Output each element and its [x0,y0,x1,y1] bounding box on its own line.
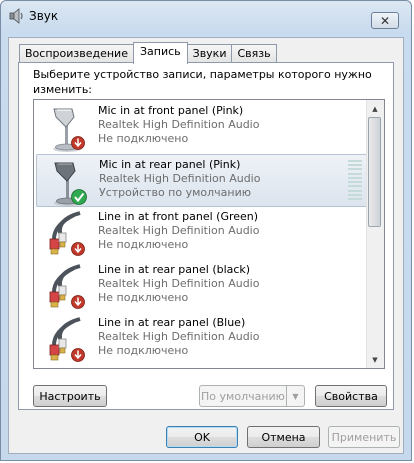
tab-playback[interactable]: Воспроизведение [19,44,134,63]
tab-sounds[interactable]: Звуки [186,44,233,63]
chevron-down-icon[interactable]: ▼ [286,385,305,407]
cancel-button[interactable]: Отмена [247,426,320,448]
close-button[interactable]: ✕ [371,12,399,29]
device-list[interactable]: Mic in at front panel (Pink) Realtek Hig… [33,99,385,369]
device-driver: Realtek High Definition Audio [98,224,260,237]
line-in-cable-icon [49,211,85,256]
device-row[interactable]: Line in at rear panel (Blue) Realtek Hig… [36,313,369,366]
dialog-body: Воспроизведение Запись Звуки Связь Выбер… [8,37,404,454]
recording-panel: Выберите устройство записи, параметры ко… [18,62,394,410]
device-row[interactable]: Mic in at front panel (Pink) Realtek Hig… [36,101,369,154]
sound-dialog: Звук ✕ Воспроизведение Запись Звуки Связ… [0,0,412,461]
device-name: Mic in at front panel (Pink) [98,104,244,117]
device-row[interactable]: Line in at rear panel (black) Realtek Hi… [36,260,369,313]
tab-communications[interactable]: Связь [231,44,277,63]
device-status: Не подключено [98,132,189,145]
device-status: Устройство по умолчанию [99,186,252,199]
instruction-text: Выберите устройство записи, параметры ко… [33,68,372,96]
device-row-selected[interactable]: Mic in at rear panel (Pink) Realtek High… [36,154,369,207]
device-name: Mic in at rear panel (Pink) [99,158,241,171]
close-icon: ✕ [379,13,391,28]
properties-button[interactable]: Свойства [315,385,387,407]
device-driver: Realtek High Definition Audio [99,172,261,185]
microphone-icon [53,108,85,152]
device-driver: Realtek High Definition Audio [98,277,260,290]
line-in-cable-icon [49,264,85,309]
set-default-button[interactable]: По умолчанию [199,385,287,407]
device-driver: Realtek High Definition Audio [98,118,260,131]
tab-recording[interactable]: Запись [132,42,188,64]
vertical-scrollbar[interactable]: ▲ ▼ [366,100,384,368]
device-status: Не подключено [98,238,189,251]
ok-button[interactable]: OK [166,426,238,448]
default-check-icon [71,189,87,205]
scroll-down-icon[interactable]: ▼ [367,351,383,368]
device-name: Line in at rear panel (black) [98,263,251,276]
level-meter [348,160,362,200]
device-row[interactable]: Line in at front panel (Green) Realtek H… [36,207,369,260]
scrollbar-thumb[interactable] [368,117,381,227]
configure-button[interactable]: Настроить [33,385,107,407]
speaker-icon [9,8,23,24]
device-name: Line in at front panel (Green) [98,210,259,223]
line-in-cable-icon [49,317,85,362]
tab-strip: Воспроизведение Запись Звуки Связь [19,42,277,64]
device-status: Не подключено [98,291,189,304]
window-title: Звук [29,9,59,23]
set-default-split-button[interactable]: По умолчанию ▼ [199,385,305,407]
device-status: Не подключено [98,344,189,357]
scroll-up-icon[interactable]: ▲ [367,100,383,117]
microphone-icon [54,162,87,206]
apply-button[interactable]: Применить [328,426,400,448]
device-driver: Realtek High Definition Audio [98,330,260,343]
device-name: Line in at rear panel (Blue) [98,316,246,329]
title-bar[interactable]: Звук ✕ [1,1,411,31]
